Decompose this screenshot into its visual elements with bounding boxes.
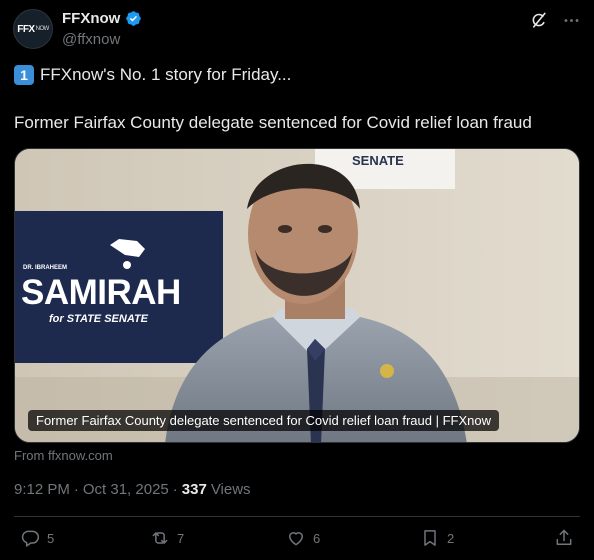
- card-source[interactable]: From ffxnow.com: [14, 448, 113, 463]
- sign-small-text: DR. IBRAHEEM: [23, 265, 68, 271]
- post-text-line-1: 1 FFXnow's No. 1 story for Friday...: [14, 64, 580, 86]
- repost-button[interactable]: 7: [150, 528, 184, 548]
- post-header: FFX NOW FFXnow @ffxnow: [13, 9, 581, 51]
- share-icon: [556, 529, 572, 545]
- bookmark-icon: [424, 530, 436, 546]
- link-card[interactable]: SENATE DR. IBRAHEEM SAMIRAH for STATE SE…: [14, 148, 580, 443]
- name-row: FFXnow: [62, 10, 142, 27]
- reply-icon: [21, 530, 40, 547]
- bookmark-count: 2: [447, 530, 455, 546]
- like-count: 6: [313, 530, 321, 546]
- header-actions: [529, 11, 581, 30]
- like-button[interactable]: 6: [286, 528, 320, 548]
- display-name[interactable]: FFXnow: [62, 10, 120, 27]
- divider: [14, 516, 580, 517]
- sign-name-text: SAMIRAH: [21, 273, 181, 312]
- keycap-one-emoji: 1: [14, 65, 34, 85]
- verified-badge-icon: [126, 11, 142, 26]
- more-icon[interactable]: [562, 11, 581, 30]
- handle[interactable]: @ffxnow: [62, 31, 120, 48]
- repost-icon: [152, 532, 168, 544]
- views-count: 337: [181, 481, 207, 498]
- heart-icon: [289, 532, 303, 546]
- repost-count: 7: [177, 530, 185, 546]
- grok-icon[interactable]: [529, 11, 548, 30]
- avatar-subtext: NOW: [35, 26, 50, 32]
- action-bar: 5 7 6 2: [14, 528, 580, 554]
- sign-sub-text: for STATE SENATE: [49, 313, 148, 325]
- post-time[interactable]: 9:12 PM: [14, 481, 70, 498]
- reply-count: 5: [47, 530, 55, 546]
- share-button[interactable]: [554, 528, 574, 548]
- post-text-line-2: Former Fairfax County delegate sentenced…: [14, 113, 532, 132]
- reply-button[interactable]: 5: [20, 528, 54, 548]
- avatar[interactable]: FFX NOW: [13, 9, 53, 49]
- bookmark-button[interactable]: 2: [420, 528, 454, 548]
- sign-top-text: SENATE: [352, 153, 404, 168]
- avatar-text: FFX: [17, 23, 35, 35]
- post-date[interactable]: Oct 31, 2025: [83, 481, 169, 498]
- meta-separator: ·: [73, 481, 79, 498]
- post-meta: 9:12 PM · Oct 31, 2025 · 337 Views: [14, 481, 251, 498]
- meta-separator: ·: [172, 481, 178, 498]
- card-caption: Former Fairfax County delegate sentenced…: [28, 410, 499, 431]
- views-label: Views: [210, 481, 251, 498]
- post-headline: FFXnow's No. 1 story for Friday...: [40, 65, 292, 84]
